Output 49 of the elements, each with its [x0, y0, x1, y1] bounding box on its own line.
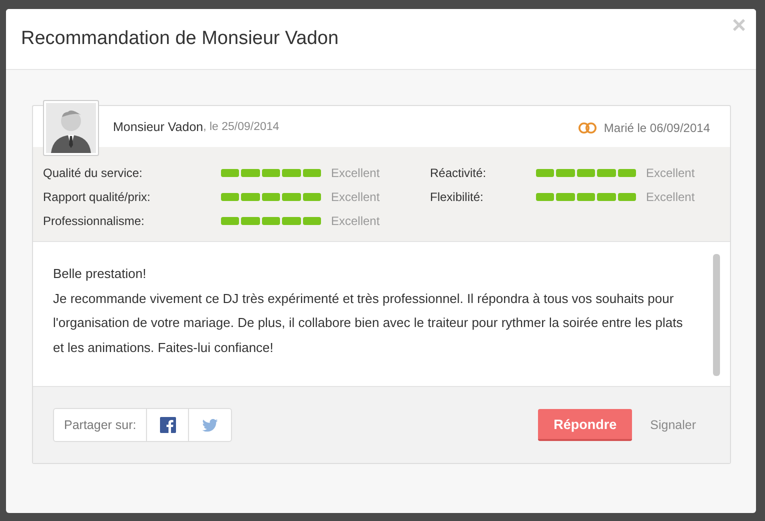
modal-title: Recommandation de Monsieur Vadon — [21, 28, 339, 50]
rating-segment — [302, 193, 321, 201]
rating-label: Réactivité: — [430, 166, 488, 180]
bird-icon — [202, 418, 218, 432]
rating-segment — [241, 193, 260, 201]
rings-icon — [578, 122, 597, 134]
review-date: , le 25/09/2014 — [203, 120, 280, 132]
rating-segment — [536, 193, 554, 201]
rating-segment — [618, 169, 636, 177]
rating-segment — [282, 169, 301, 177]
rating-segment — [576, 193, 596, 201]
scrollbar[interactable] — [713, 254, 720, 376]
rating-value: Excellent — [331, 190, 381, 204]
rating-label: Flexibilité: — [430, 190, 484, 204]
rating-segment — [241, 217, 260, 225]
rating-segment — [282, 193, 301, 201]
rating-segment — [597, 193, 616, 201]
rating-segment — [221, 193, 240, 201]
rating-segment — [576, 169, 596, 177]
rating-segment — [597, 169, 616, 177]
rating-segment — [536, 169, 554, 177]
rating-label: Qualité du service: — [43, 166, 144, 180]
share-label: Partager sur: — [54, 409, 148, 441]
rating-value: Excellent — [331, 166, 381, 180]
review-text: Je recommande vivement ce DJ très expérimenté et très professionnel. Il répondra à tous vos souhaits pour l'organisation de votre mariage. De plus, il collabore bien avec le traiteur pour rythmer la soirée entre les plats et les animations. Faites-lui confiance! — [53, 290, 684, 356]
rating-segment — [241, 169, 260, 177]
rating-segment — [262, 217, 280, 225]
rating-segment — [262, 193, 280, 201]
rating-segment — [282, 217, 301, 225]
rating-segment — [221, 217, 240, 225]
rating-segment — [618, 193, 636, 201]
wedding-date: Marié le 06/09/2014 — [604, 121, 710, 135]
review-text: Belle prestation! — [53, 265, 148, 283]
rating-segment — [262, 169, 280, 177]
rating-value: Excellent — [331, 214, 381, 228]
reply-button[interactable]: Répondre — [538, 409, 632, 441]
rating-value: Excellent — [646, 166, 696, 180]
report-link[interactable]: Signaler — [650, 418, 696, 432]
facebook-icon — [160, 417, 176, 433]
rating-label: Professionnalisme: — [43, 214, 146, 228]
rating-segment — [556, 193, 575, 201]
close-button[interactable]: × — [732, 14, 746, 38]
rating-segment — [221, 169, 240, 177]
rating-segment — [556, 169, 575, 177]
rating-label: Rapport qualité/prix: — [43, 190, 152, 204]
reviewer-name: Monsieur Vadon — [113, 120, 204, 134]
rating-segment — [302, 169, 321, 177]
rating-value: Excellent — [646, 190, 696, 204]
rating-segment — [302, 217, 321, 225]
